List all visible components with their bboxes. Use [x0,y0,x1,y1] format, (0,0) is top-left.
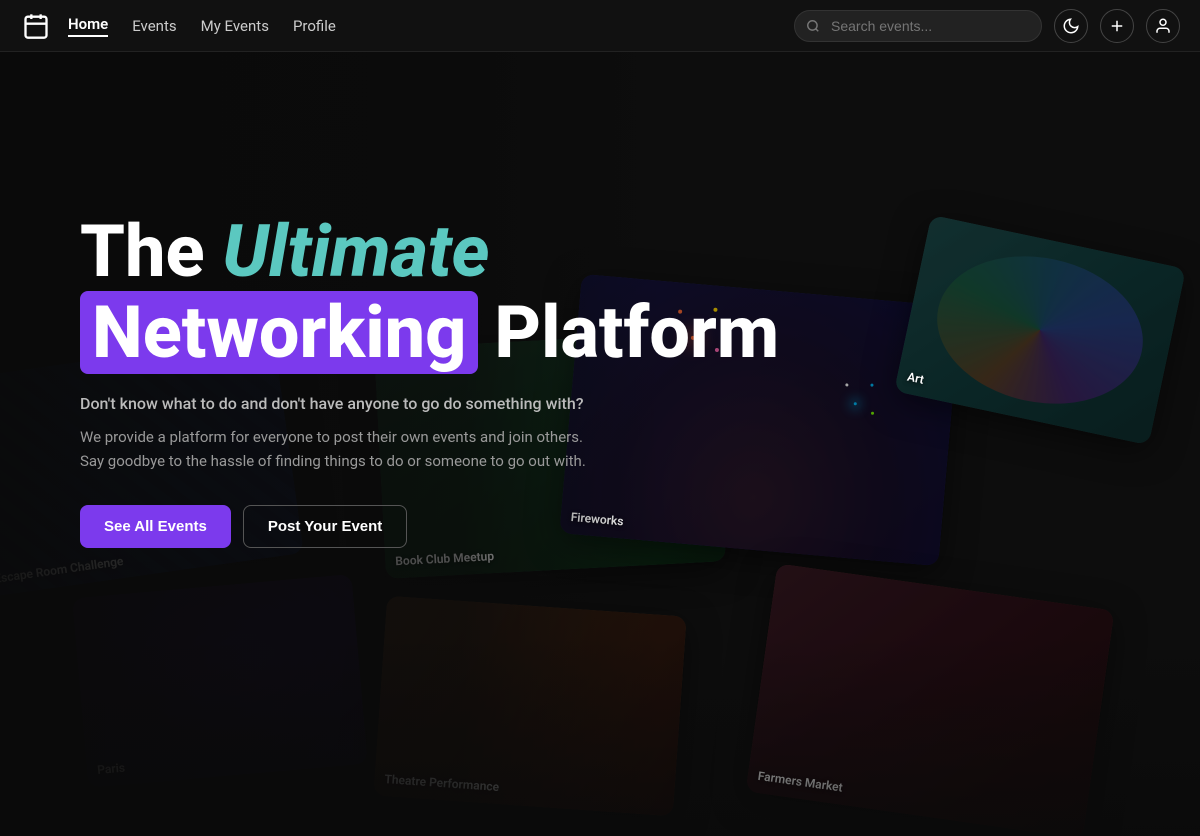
see-all-events-button[interactable]: See All Events [80,505,231,548]
logo [20,10,52,42]
title-ultimate-text: Ultimate [223,209,490,294]
nav-link-events[interactable]: Events [132,17,176,35]
hero-title-line2: Networking Platform [80,291,779,374]
add-event-button[interactable] [1100,9,1134,43]
nav-link-my-events[interactable]: My Events [201,17,269,35]
title-the: The [80,209,205,294]
search-input[interactable] [794,10,1042,42]
hero-gradient-bottom [0,636,1200,836]
calendar-icon [22,12,50,40]
user-icon [1154,17,1172,35]
navbar: Home Events My Events Profile [0,0,1200,52]
post-event-button[interactable]: Post Your Event [243,505,407,548]
nav-link-profile[interactable]: Profile [293,17,336,35]
hero-buttons: See All Events Post Your Event [80,505,779,548]
hero-title: The Ultimate Networking Platform [80,212,779,374]
nav-links: Home Events My Events Profile [68,15,794,37]
hero-content: The Ultimate Networking Platform Don't k… [80,52,779,548]
search-container [794,10,1042,42]
title-networking: Networking [80,291,478,374]
dark-mode-button[interactable] [1054,9,1088,43]
hero-subtitle: Don't know what to do and don't have any… [80,394,779,413]
hero-description: We provide a platform for everyone to po… [80,425,640,473]
hero-section: Escape Room Challenge Paris Book Club Me… [0,0,1200,836]
user-profile-button[interactable] [1146,9,1180,43]
hero-title-line1: The Ultimate [80,212,779,291]
nav-link-home[interactable]: Home [68,15,108,37]
search-icon [806,19,820,33]
moon-icon [1062,17,1080,35]
nav-right [794,9,1180,43]
title-platform: Platform [494,293,779,372]
plus-icon [1108,17,1126,35]
